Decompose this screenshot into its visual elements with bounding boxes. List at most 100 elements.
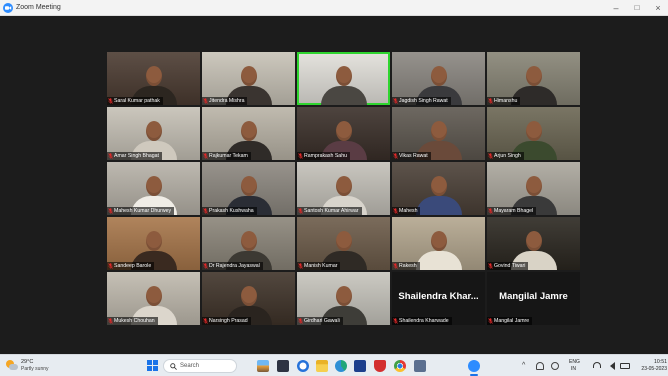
mic-muted-icon <box>108 153 113 159</box>
participant-name: Mayaram Bhagel <box>494 208 534 214</box>
weather-partly-sunny-icon[interactable] <box>6 360 18 371</box>
windows-start-icon[interactable] <box>147 360 158 371</box>
participant-name: Rajkumar Tekam <box>209 153 248 159</box>
search-placeholder: Search <box>180 363 200 369</box>
taskbar-search-box[interactable]: Search <box>163 359 237 373</box>
video-tile[interactable]: Himanshu <box>487 52 580 105</box>
participant-name-label: Govind Tiwari <box>487 262 529 270</box>
participant-name-label: Mahesh <box>392 207 421 215</box>
video-tile[interactable]: Jagdish Singh Rawat <box>392 52 485 105</box>
mic-muted-icon <box>203 263 208 269</box>
show-hidden-icons-chevron-icon[interactable]: ^ <box>522 360 525 372</box>
participant-name-label: Prakash Kushwaha <box>202 207 257 215</box>
video-tile[interactable]: Girdhari Gawali <box>297 272 390 325</box>
video-tile[interactable]: Dr Rajendra Jayaswal <box>202 217 295 270</box>
video-tile[interactable]: Mukesh Chouhan <box>107 272 200 325</box>
clock-time[interactable]: 10:51 <box>640 359 667 365</box>
video-tile[interactable]: Mayaram Bhagel <box>487 162 580 215</box>
minimize-button[interactable]: – <box>609 2 623 14</box>
mic-muted-icon <box>488 318 493 324</box>
video-tile[interactable]: Govind Tiwari <box>487 217 580 270</box>
video-tile[interactable]: Saral Kumar pathak <box>107 52 200 105</box>
window-title-bar[interactable]: Zoom Meeting – □ × <box>0 0 668 16</box>
battery-icon[interactable] <box>620 363 630 369</box>
weather-temperature[interactable]: 29°C <box>21 359 33 365</box>
video-tile[interactable]: Mahesh Kumar Dhurwey <box>107 162 200 215</box>
task-view-icon[interactable] <box>277 360 289 372</box>
zoom-icon[interactable] <box>468 360 480 376</box>
video-tile[interactable]: Rajkumar Tekam <box>202 107 295 160</box>
participant-name: Rakesh <box>399 263 417 269</box>
participant-video-feed <box>320 61 367 105</box>
store-icon[interactable] <box>354 360 366 372</box>
participant-name-label: Himanshu <box>487 97 521 105</box>
video-tile[interactable]: Manish Kumar <box>297 217 390 270</box>
video-tile[interactable]: Prakash Kushwaha <box>202 162 295 215</box>
mic-muted-icon <box>203 153 208 159</box>
onedrive-icon[interactable] <box>536 362 544 370</box>
participant-name-label: Rajkumar Tekam <box>202 152 251 160</box>
mic-muted-icon <box>298 263 303 269</box>
security-icon[interactable] <box>551 362 559 370</box>
participant-name: Shailendra Kharwade <box>399 318 449 324</box>
video-tile[interactable]: Santosh Kumar Ahirwar <box>297 162 390 215</box>
video-off-tile[interactable]: Shailendra Khar... Shailendra Kharwade <box>392 272 485 325</box>
video-off-tile[interactable]: Mangilal Jamre Mangilal Jamre <box>487 272 580 325</box>
video-tile[interactable]: Arjun Singh <box>487 107 580 160</box>
mic-muted-icon <box>393 98 398 104</box>
participant-name: Jagdish Singh Rawat <box>399 98 448 104</box>
participant-name-label: Mayaram Bhagel <box>487 207 537 215</box>
app-icon[interactable] <box>414 360 426 372</box>
participant-display-name: Shailendra Khar... <box>398 291 479 302</box>
mic-muted-icon <box>108 98 113 104</box>
video-tile[interactable]: Vikas Rawat <box>392 107 485 160</box>
participant-name: Mahesh Kumar Dhurwey <box>114 208 172 214</box>
video-tile[interactable]: Rakesh <box>392 217 485 270</box>
participant-name-label: Vikas Rawat <box>392 152 431 160</box>
video-tile[interactable]: Mahesh <box>392 162 485 215</box>
chrome-icon[interactable] <box>394 360 406 372</box>
video-tile[interactable]: Amar Singh Bhagat <box>107 107 200 160</box>
participant-name-label: Mahesh Kumar Dhurwey <box>107 207 175 215</box>
mic-muted-icon <box>488 263 493 269</box>
participant-name-label: Saral Kumar pathak <box>107 97 163 105</box>
participant-name-label: Shailendra Kharwade <box>392 317 452 325</box>
input-language[interactable]: ENG <box>569 359 580 365</box>
active-speaker-video-tile[interactable] <box>297 52 390 105</box>
video-tile[interactable]: Jitendra Mishra <box>202 52 295 105</box>
gallery-view: Saral Kumar pathak Jitendra Mishra Jagdi… <box>107 52 580 325</box>
volume-icon[interactable] <box>606 362 615 370</box>
input-region[interactable]: IN <box>571 366 576 372</box>
weather-condition[interactable]: Partly sunny <box>21 366 49 372</box>
participant-name: Vikas Rawat <box>399 153 428 159</box>
participant-name: Amar Singh Bhagat <box>114 153 159 159</box>
participant-name-label: Mangilal Jamre <box>487 317 533 325</box>
maximize-button[interactable]: □ <box>630 2 644 14</box>
participant-video-feed <box>415 226 462 270</box>
clock-date[interactable]: 23-05-2023 <box>638 366 667 372</box>
mic-muted-icon <box>108 263 113 269</box>
video-tile[interactable]: Narsingh Prasad <box>202 272 295 325</box>
participant-name-label: Narsingh Prasad <box>202 317 251 325</box>
participant-name-label: Sandeep Barole <box>107 262 155 270</box>
mic-muted-icon <box>298 318 303 324</box>
file-explorer-icon[interactable] <box>316 360 328 372</box>
participant-name: Jitendra Mishra <box>209 98 245 104</box>
video-tile[interactable]: Sandeep Barole <box>107 217 200 270</box>
mic-muted-icon <box>393 153 398 159</box>
participant-name: Sandeep Barole <box>114 263 152 269</box>
video-tile[interactable]: Ramprakash Sahu <box>297 107 390 160</box>
mic-muted-icon <box>203 98 208 104</box>
mic-muted-icon <box>393 208 398 214</box>
mic-muted-icon <box>488 98 493 104</box>
edge-icon[interactable] <box>335 360 347 372</box>
participant-name-label: Ramprakash Sahu <box>297 152 350 160</box>
participant-name: Girdhari Gawali <box>304 318 340 324</box>
participant-name-label: Amar Singh Bhagat <box>107 152 162 160</box>
search-app-icon[interactable] <box>297 360 309 372</box>
mcafee-icon[interactable] <box>374 360 386 372</box>
wifi-icon[interactable] <box>593 362 601 368</box>
close-button[interactable]: × <box>651 2 665 14</box>
participant-name-label: Jagdish Singh Rawat <box>392 97 451 105</box>
photos-icon[interactable] <box>257 360 269 372</box>
